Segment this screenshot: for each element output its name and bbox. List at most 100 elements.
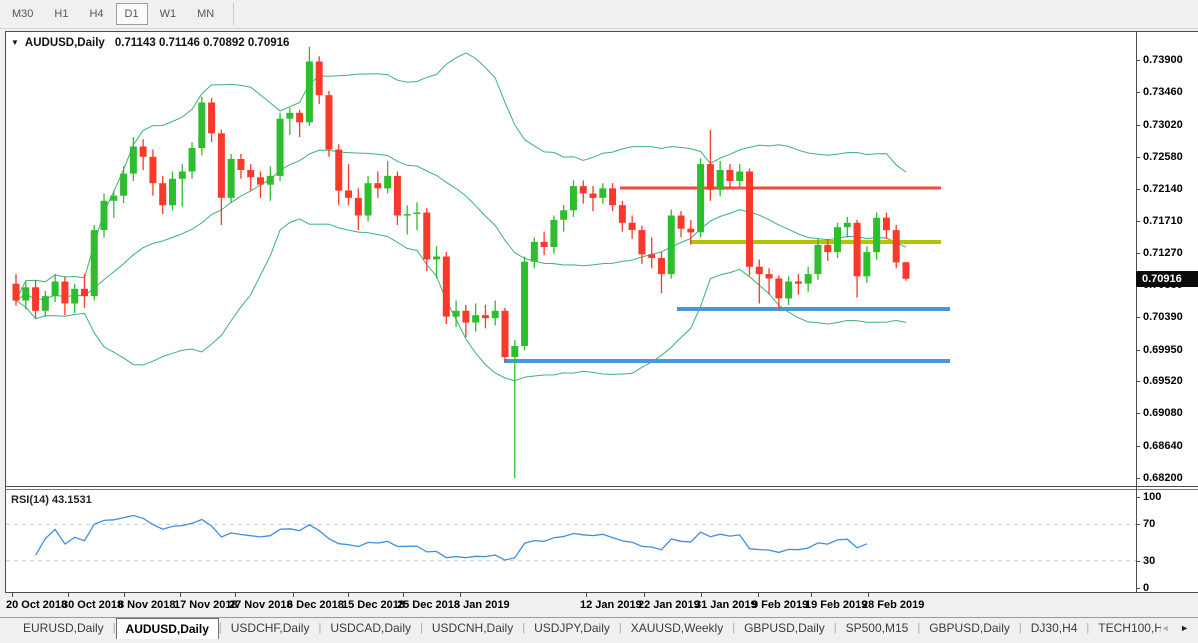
date-tick-label: 12 Jan 2019 <box>580 599 642 611</box>
price-tick <box>1136 478 1140 479</box>
timeframe-toolbar: M30 H1 H4 D1 W1 MN <box>0 0 1198 29</box>
price-tick-label: 0.69080 <box>1143 407 1183 419</box>
tabs-scroll-right-icon[interactable]: ► <box>1176 623 1193 633</box>
toolbar-separator <box>233 3 234 25</box>
price-tick <box>1136 350 1140 351</box>
date-tick-label: 3 Jan 2019 <box>454 599 510 611</box>
rsi-indicator-label: RSI(14) 43.1531 <box>11 494 92 506</box>
date-tick-label: 22 Jan 2019 <box>638 599 700 611</box>
price-tick-label: 0.71270 <box>1143 247 1183 259</box>
timeframe-button-mn[interactable]: MN <box>188 3 223 25</box>
date-tick <box>586 592 587 597</box>
date-tick <box>235 592 236 597</box>
tab-usdjpy-daily[interactable]: USDJPY,Daily <box>525 618 619 639</box>
date-tick <box>124 592 125 597</box>
rsi-tick <box>1136 588 1140 589</box>
date-tick-label: 31 Jan 2019 <box>695 599 757 611</box>
chart-tabs-bar: EURUSD,Daily| AUDUSD,Daily| USDCHF,Daily… <box>0 617 1198 643</box>
date-tick-label: 20 Oct 2018 <box>6 599 67 611</box>
price-tick <box>1136 60 1140 61</box>
tab-sp500-m15[interactable]: SP500,M15 <box>837 618 918 639</box>
timeframe-button-w1[interactable]: W1 <box>151 3 186 25</box>
price-tick <box>1136 221 1140 222</box>
price-tick-label: 0.73020 <box>1143 119 1183 131</box>
price-tick-label: 0.69520 <box>1143 375 1183 387</box>
tab-audusd-daily[interactable]: AUDUSD,Daily <box>116 618 219 639</box>
symbol-dropdown-icon[interactable]: ▼ <box>11 38 19 47</box>
tab-usdchf-daily[interactable]: USDCHF,Daily <box>222 618 319 639</box>
candlesticks <box>13 47 910 478</box>
date-tick <box>644 592 645 597</box>
rsi-line <box>36 516 867 561</box>
rsi-tick-label: 30 <box>1143 555 1155 567</box>
bollinger-bands <box>16 53 906 381</box>
tabs-scroll-left-icon[interactable]: ◄ <box>1157 623 1174 633</box>
price-tick <box>1136 125 1140 126</box>
date-tick <box>180 592 181 597</box>
date-tick-label: 28 Feb 2019 <box>862 599 924 611</box>
price-tick-label: 0.68640 <box>1143 440 1183 452</box>
price-tick-label: 0.72140 <box>1143 183 1183 195</box>
date-tick <box>460 592 461 597</box>
date-tick-label: 30 Oct 2018 <box>62 599 123 611</box>
price-tick <box>1136 317 1140 318</box>
timeframe-button-h1[interactable]: H1 <box>45 3 77 25</box>
tab-usdcnh-daily[interactable]: USDCNH,Daily <box>423 618 522 639</box>
tab-gbpusd-daily[interactable]: GBPUSD,Daily <box>735 618 834 639</box>
date-tick <box>12 592 13 597</box>
date-tick-label: 15 Dec 2018 <box>342 599 405 611</box>
rsi-axis[interactable]: 10070300 <box>1136 490 1198 592</box>
date-tick <box>68 592 69 597</box>
date-tick-label: 9 Feb 2019 <box>752 599 808 611</box>
tab-usdcad-daily[interactable]: USDCAD,Daily <box>321 618 420 639</box>
date-tick-label: 8 Nov 2018 <box>118 599 175 611</box>
tab-tech100[interactable]: TECH100,H1 <box>1089 618 1161 639</box>
rsi-tick-label: 70 <box>1143 518 1155 530</box>
date-tick <box>403 592 404 597</box>
price-tick <box>1136 413 1140 414</box>
rsi-tick <box>1136 561 1140 562</box>
chart-ohlc-values: 0.71143 0.71146 0.70892 0.70916 <box>115 37 290 49</box>
price-tick <box>1136 189 1140 190</box>
price-tick-label: 0.71710 <box>1143 215 1183 227</box>
date-tick <box>701 592 702 597</box>
rsi-tick <box>1136 497 1140 498</box>
current-price-badge: 0.70916 <box>1136 271 1198 287</box>
rsi-tick <box>1136 524 1140 525</box>
date-tick-label: 6 Dec 2018 <box>287 599 344 611</box>
price-tick-label: 0.72580 <box>1143 151 1183 163</box>
price-chart-canvas[interactable] <box>6 32 1136 486</box>
price-tick-label: 0.73900 <box>1143 54 1183 66</box>
timeframe-button-h4[interactable]: H4 <box>80 3 112 25</box>
tab-dj30-h4[interactable]: DJ30,H4 <box>1022 618 1087 639</box>
date-tick <box>348 592 349 597</box>
price-tick-label: 0.69950 <box>1143 344 1183 356</box>
main-pane-bottom-border <box>5 486 1198 487</box>
date-tick-label: 25 Dec 2018 <box>397 599 460 611</box>
date-tick <box>758 592 759 597</box>
date-tick <box>868 592 869 597</box>
price-tick <box>1136 253 1140 254</box>
timeframe-button-m30[interactable]: M30 <box>3 3 42 25</box>
horizontal-level-lines[interactable] <box>504 187 950 364</box>
tab-xauusd-weekly[interactable]: XAUUSD,Weekly <box>622 618 732 639</box>
timeframe-button-d1[interactable]: D1 <box>116 3 148 25</box>
date-tick <box>293 592 294 597</box>
tab-gbpusd-daily-2[interactable]: GBPUSD,Daily <box>920 618 1019 639</box>
date-axis[interactable]: 20 Oct 201830 Oct 20188 Nov 201817 Nov 2… <box>0 592 1198 616</box>
price-tick <box>1136 157 1140 158</box>
chart-title: ▼ AUDUSD,Daily 0.71143 0.71146 0.70892 0.7… <box>11 37 289 49</box>
price-tick-label: 0.73460 <box>1143 86 1183 98</box>
price-tick <box>1136 92 1140 93</box>
chart-symbol-label: AUDUSD,Daily <box>25 37 105 49</box>
date-tick-label: 27 Nov 2018 <box>229 599 293 611</box>
price-tick-label: 0.70390 <box>1143 311 1183 323</box>
date-tick <box>811 592 812 597</box>
rsi-tick-label: 100 <box>1143 491 1161 503</box>
price-tick <box>1136 381 1140 382</box>
rsi-level-lines <box>6 524 1136 560</box>
date-tick-label: 19 Feb 2019 <box>805 599 867 611</box>
price-tick-label: 0.68200 <box>1143 472 1183 484</box>
rsi-indicator-canvas[interactable] <box>6 490 1136 592</box>
tab-eurusd-daily[interactable]: EURUSD,Daily <box>14 618 113 639</box>
